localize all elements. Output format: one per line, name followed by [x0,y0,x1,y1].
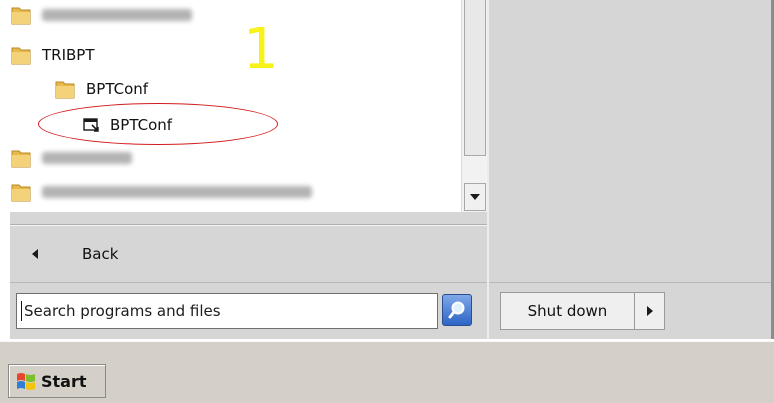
back-button[interactable]: Back [10,226,487,282]
shut-down-label: Shut down [527,302,608,320]
windows-logo-icon [17,373,35,390]
chevron-down-icon [470,194,480,200]
vertical-scrollbar[interactable] [461,0,488,212]
blurred-label [42,152,132,164]
blurred-label [42,9,192,21]
scroll-thumb[interactable] [464,0,486,156]
search-input[interactable]: Search programs and files [16,293,438,329]
chevron-right-icon [646,306,653,316]
blurred-label [42,186,312,198]
list-item[interactable] [10,0,192,30]
search-button[interactable] [442,294,472,326]
annotation-highlight-ellipse [38,103,278,145]
item-label: TRIBPT [42,46,95,64]
taskbar-highlight [0,341,774,342]
start-label: Start [41,371,87,391]
shut-down-button[interactable]: Shut down [500,292,635,330]
search-placeholder: Search programs and files [24,302,221,320]
annotation-number: 1 [243,17,279,82]
list-item[interactable] [10,177,312,207]
folder-icon [10,44,32,66]
list-item[interactable] [10,143,132,173]
item-label: BPTConf [86,80,149,98]
folder-icon [10,4,32,26]
text-caret [21,301,22,321]
back-arrow-icon [32,249,38,259]
start-button[interactable]: Start [8,364,106,398]
taskbar [0,341,774,403]
list-item-bptconf-folder[interactable]: BPTConf [54,74,148,104]
folder-icon [54,78,76,100]
folder-icon [10,147,32,169]
divider [489,282,771,283]
folder-icon [10,181,32,203]
list-item-tribpt[interactable]: TRIBPT [10,40,95,70]
shut-down-options-button[interactable] [635,292,665,330]
search-icon [448,301,465,319]
back-label: Back [82,245,119,263]
right-panel [487,0,774,339]
divider [10,282,487,283]
scroll-down-button[interactable] [464,183,486,211]
